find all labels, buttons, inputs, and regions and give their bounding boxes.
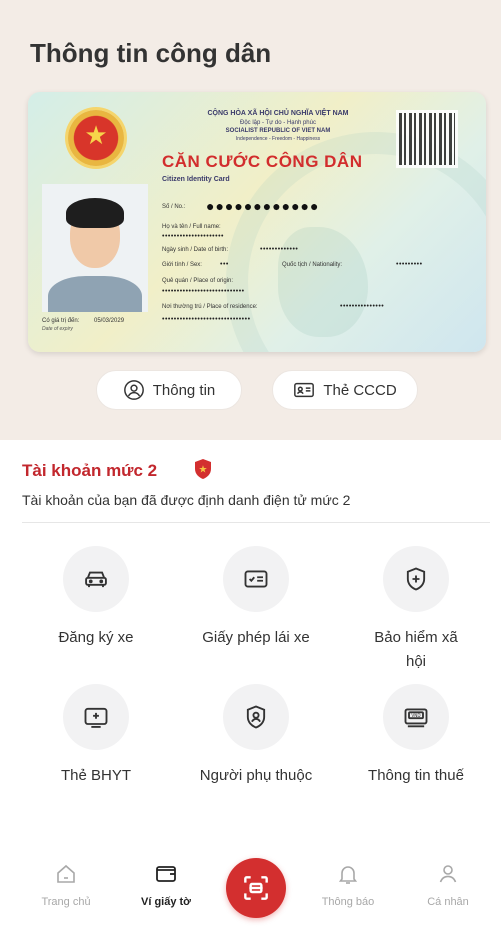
id-card-button-label: Thẻ CCCD	[323, 381, 397, 399]
nav-notifications-label: Thông báo	[321, 896, 375, 908]
wallet-icon	[156, 866, 176, 882]
card-header-line1: CỘNG HÒA XÃ HỘI CHỦ NGHĨA VIỆT NAM	[207, 110, 349, 117]
svg-text:★: ★	[199, 465, 208, 476]
nav-home-label: Trang chủ	[41, 896, 91, 908]
dependent-icon	[246, 705, 266, 729]
sex-value: •••	[220, 261, 229, 268]
page-title: Thông tin công dân	[30, 38, 272, 68]
service-label: Thông tin thuế	[368, 767, 464, 784]
person-icon	[439, 865, 457, 883]
expiry-value: 05/03/2029	[94, 318, 125, 324]
name-value: •••••••••••••••••••••	[162, 233, 224, 240]
residence-label: Nơi thường trú / Place of residence:	[162, 304, 258, 310]
card-title: CĂN CƯỚC CÔNG DÂN	[162, 152, 363, 171]
citizen-id-card[interactable]: ★ CỘNG HÒA XÃ HỘI CHỦ NGHĨA VIỆT NAM Độc…	[28, 92, 486, 352]
origin-value: ••••••••••••••••••••••••••••	[162, 288, 245, 295]
nav-profile[interactable]: Cá nhân	[403, 862, 493, 908]
number-label: Số / No.:	[162, 204, 186, 210]
dob-value: •••••••••••••	[260, 246, 299, 253]
nav-wallet-label: Ví giấy tờ	[141, 896, 191, 908]
tax-icon: VND	[404, 708, 428, 728]
expiry-label: Có giá trị đến:	[42, 318, 80, 324]
nav-wallet[interactable]: Ví giấy tờ	[121, 862, 211, 908]
card-header-line2: Độc lập - Tự do - Hạnh phúc	[240, 120, 316, 126]
divider	[22, 522, 490, 523]
shield-plus-icon	[406, 567, 426, 591]
verified-shield-icon: ★	[195, 459, 211, 479]
nav-notifications[interactable]: Thông báo	[303, 862, 393, 908]
service-driving-license[interactable]: Giấy phép lái xe	[186, 546, 326, 650]
home-icon	[57, 864, 75, 883]
bell-icon	[338, 866, 358, 884]
service-dependents[interactable]: Người phụ thuộc	[186, 684, 326, 788]
portrait-photo	[42, 184, 148, 312]
residence-value-line2: ••••••••••••••••••••••••••••••	[162, 316, 251, 323]
license-icon	[244, 570, 268, 588]
info-button-label: Thông tin	[152, 381, 216, 399]
service-social-insurance[interactable]: Bảo hiểm xã hội	[346, 546, 486, 674]
scan-button[interactable]	[226, 858, 286, 918]
service-label: Thẻ BHYT	[60, 767, 132, 784]
id-card-icon	[294, 382, 315, 398]
card-header-line4: Independence - Freedom - Happiness	[235, 136, 321, 142]
residence-value-line1: •••••••••••••••	[340, 303, 385, 310]
service-label: Người phụ thuộc	[199, 767, 313, 784]
service-label: Bảo hiểm xã hội	[374, 629, 458, 670]
nav-home[interactable]: Trang chủ	[21, 862, 111, 908]
nationality-value: •••••••••	[396, 261, 423, 268]
nationality-label: Quốc tịch / Nationality:	[282, 262, 343, 268]
expiry-label-en: Date of expiry	[42, 326, 73, 332]
qr-code-icon	[396, 110, 458, 168]
svg-text:VND: VND	[411, 713, 420, 718]
nav-profile-label: Cá nhân	[427, 896, 469, 908]
origin-label: Quê quán / Place of origin:	[162, 278, 234, 284]
number-value: ●●●●●●●●●●●●	[206, 198, 320, 214]
account-level-title: Tài khoản mức 2	[22, 461, 158, 480]
car-icon	[85, 571, 107, 588]
service-health-insurance-card[interactable]: Thẻ BHYT	[26, 684, 166, 788]
service-tax-info[interactable]: VND Thông tin thuế	[346, 684, 486, 788]
service-vehicle-registration[interactable]: Đăng ký xe	[26, 546, 166, 650]
dob-label: Ngày sinh / Date of birth:	[162, 247, 229, 253]
sex-label: Giới tính / Sex:	[162, 262, 202, 268]
health-card-icon	[84, 707, 108, 728]
national-emblem-icon: ★	[68, 110, 124, 166]
scan-icon	[244, 876, 268, 900]
info-button[interactable]: Thông tin	[96, 370, 242, 410]
account-level-description: Tài khoản của bạn đã được định danh điện…	[22, 492, 351, 508]
service-label: Giấy phép lái xe	[202, 629, 310, 646]
name-label: Họ và tên / Full name:	[162, 224, 221, 230]
user-circle-icon	[123, 380, 144, 400]
service-label: Đăng ký xe	[58, 629, 134, 646]
card-subtitle: Citizen Identity Card	[162, 176, 230, 183]
card-header-line3: SOCIALIST REPUBLIC OF VIET NAM	[225, 128, 331, 134]
id-card-button[interactable]: Thẻ CCCD	[272, 370, 418, 410]
